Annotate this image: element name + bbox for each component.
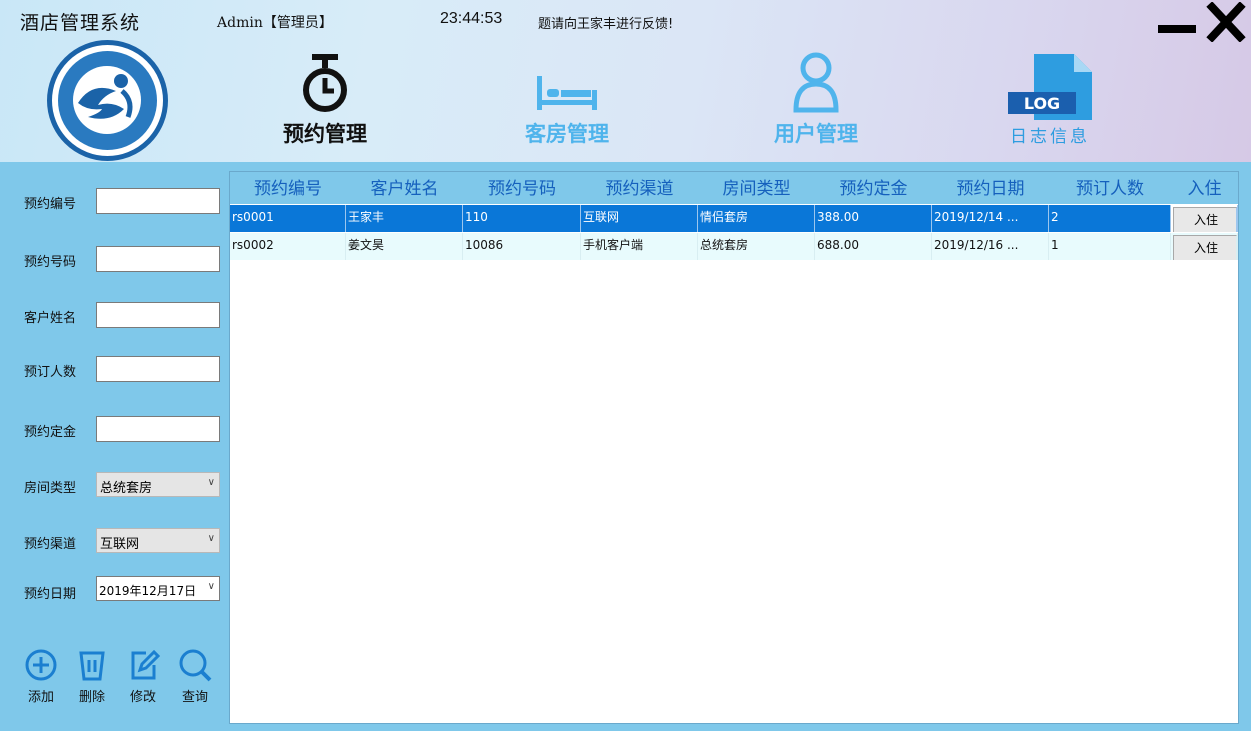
minimize-icon: [1158, 25, 1196, 33]
cell-room-type: 总统套房: [698, 233, 815, 260]
edit-icon: [131, 649, 161, 680]
log-badge-text: LOG: [1024, 94, 1060, 113]
column-header[interactable]: 预约日期: [932, 172, 1049, 204]
chevron-down-icon: ∨: [207, 477, 215, 488]
customer-name-label: 客户姓名: [24, 311, 77, 326]
nav-users-label: 用户管理: [774, 122, 858, 146]
checkin-button[interactable]: 入住: [1173, 235, 1237, 260]
cell-room-type: 情侣套房: [698, 205, 815, 232]
plus-circle-icon: [25, 649, 57, 681]
channel-value: 互联网: [100, 537, 140, 552]
bed-icon: [537, 76, 597, 110]
room-type-value: 总统套房: [100, 481, 153, 496]
column-header[interactable]: 入住: [1171, 172, 1238, 204]
cell-date: 2019/12/16 ...: [932, 233, 1049, 260]
form-row-guest-count: 预订人数: [24, 356, 224, 382]
search-form-panel: 预约编号 预约号码 客户姓名 预订人数 预约定金 房间类型 总统套房 ∨ 预约渠…: [6, 162, 226, 731]
booking-id-input[interactable]: [96, 188, 220, 214]
table-header: 预约编号 客户姓名 预约号码 预约渠道 房间类型 预约定金 预约日期 预订人数 …: [230, 172, 1238, 204]
user-icon: [793, 52, 839, 113]
close-button[interactable]: [1205, 1, 1247, 43]
cell-deposit: 688.00: [815, 233, 932, 260]
cell-booking-id: rs0001: [230, 205, 346, 232]
clock-display: 23:44:53: [440, 10, 503, 27]
channel-select[interactable]: 互联网 ∨: [96, 528, 220, 553]
stopwatch-icon: [303, 54, 347, 112]
form-row-customer-name: 客户姓名: [24, 302, 224, 328]
booking-phone-input[interactable]: [96, 246, 220, 272]
cell-action: 入住: [1171, 205, 1238, 232]
chevron-down-icon: ∨: [207, 581, 215, 592]
cell-customer-name: 王家丰: [346, 205, 463, 232]
cell-booking-id: rs0002: [230, 233, 346, 260]
column-header[interactable]: 客户姓名: [346, 172, 463, 204]
deposit-input[interactable]: [96, 416, 220, 442]
trash-icon: [79, 651, 105, 681]
nav-rooms[interactable]: 客房管理: [482, 50, 652, 158]
column-header[interactable]: 房间类型: [698, 172, 815, 204]
university-logo: [47, 40, 168, 161]
nav-booking-label: 预约管理: [283, 122, 367, 146]
column-header[interactable]: 预约编号: [230, 172, 346, 204]
channel-label: 预约渠道: [24, 537, 77, 552]
column-header[interactable]: 预约号码: [463, 172, 581, 204]
minimize-button[interactable]: [1156, 2, 1198, 42]
cell-people: 1: [1049, 233, 1171, 260]
cell-people: 2: [1049, 205, 1171, 232]
nav-users[interactable]: 用户管理: [731, 50, 901, 158]
cell-customer-name: 姜文昊: [346, 233, 463, 260]
form-row-date: 预约日期 2019年12月17日 ∨: [24, 576, 224, 602]
booking-table: 预约编号 客户姓名 预约号码 预约渠道 房间类型 预约定金 预约日期 预订人数 …: [229, 171, 1239, 724]
form-row-booking-phone: 预约号码: [24, 246, 224, 272]
close-icon: [1206, 1, 1246, 43]
nav-booking[interactable]: 预约管理: [240, 50, 410, 158]
cell-action: 入住: [1171, 233, 1238, 260]
nav-logs[interactable]: LOG 日志信息: [965, 52, 1135, 160]
edit-button[interactable]: 修改: [121, 648, 165, 705]
delete-label: 删除: [78, 690, 105, 705]
app-title: 酒店管理系统: [20, 12, 141, 34]
search-button[interactable]: 查询: [173, 648, 217, 705]
notice-text: 题请向王家丰进行反馈!: [538, 17, 674, 32]
current-user-label: Admin【管理员】: [217, 15, 333, 31]
column-header[interactable]: 预约定金: [815, 172, 932, 204]
app-header: 酒店管理系统 Admin【管理员】 23:44:53 题请向王家丰进行反馈! 预…: [0, 0, 1251, 162]
delete-button[interactable]: 删除: [70, 648, 114, 705]
add-label: 添加: [27, 690, 54, 705]
edit-label: 修改: [129, 690, 156, 705]
guest-count-label: 预订人数: [24, 365, 77, 380]
room-type-select[interactable]: 总统套房 ∨: [96, 472, 220, 497]
cell-deposit: 388.00: [815, 205, 932, 232]
cell-channel: 手机客户端: [581, 233, 698, 260]
nav-logs-label: 日志信息: [1010, 127, 1090, 147]
customer-name-input[interactable]: [96, 302, 220, 328]
cell-phone: 10086: [463, 233, 581, 260]
cell-channel: 互联网: [581, 205, 698, 232]
add-button[interactable]: 添加: [19, 648, 63, 705]
booking-phone-label: 预约号码: [24, 255, 77, 270]
table-row[interactable]: rs0002 姜文昊 10086 手机客户端 总统套房 688.00 2019/…: [230, 233, 1238, 260]
log-file-icon: LOG: [1008, 54, 1092, 120]
date-picker[interactable]: 2019年12月17日 ∨: [96, 576, 220, 601]
search-label: 查询: [181, 690, 208, 705]
guest-count-input[interactable]: [96, 356, 220, 382]
table-row[interactable]: rs0001 王家丰 110 互联网 情侣套房 388.00 2019/12/1…: [230, 205, 1238, 232]
search-icon: [179, 649, 212, 682]
nav-rooms-label: 客房管理: [525, 122, 609, 146]
date-label: 预约日期: [24, 587, 77, 602]
form-row-room-type: 房间类型 总统套房 ∨: [24, 472, 224, 498]
form-row-deposit: 预约定金: [24, 416, 224, 442]
column-header[interactable]: 预订人数: [1049, 172, 1171, 204]
room-type-label: 房间类型: [24, 481, 77, 496]
booking-id-label: 预约编号: [24, 197, 77, 212]
cell-phone: 110: [463, 205, 581, 232]
checkin-button[interactable]: 入住: [1173, 207, 1237, 232]
form-row-booking-id: 预约编号: [24, 188, 224, 214]
date-value: 2019年12月17日: [99, 584, 197, 598]
form-row-channel: 预约渠道 互联网 ∨: [24, 528, 224, 554]
column-header[interactable]: 预约渠道: [581, 172, 698, 204]
cell-date: 2019/12/14 ...: [932, 205, 1049, 232]
deposit-label: 预约定金: [24, 425, 77, 440]
chevron-down-icon: ∨: [207, 533, 215, 544]
